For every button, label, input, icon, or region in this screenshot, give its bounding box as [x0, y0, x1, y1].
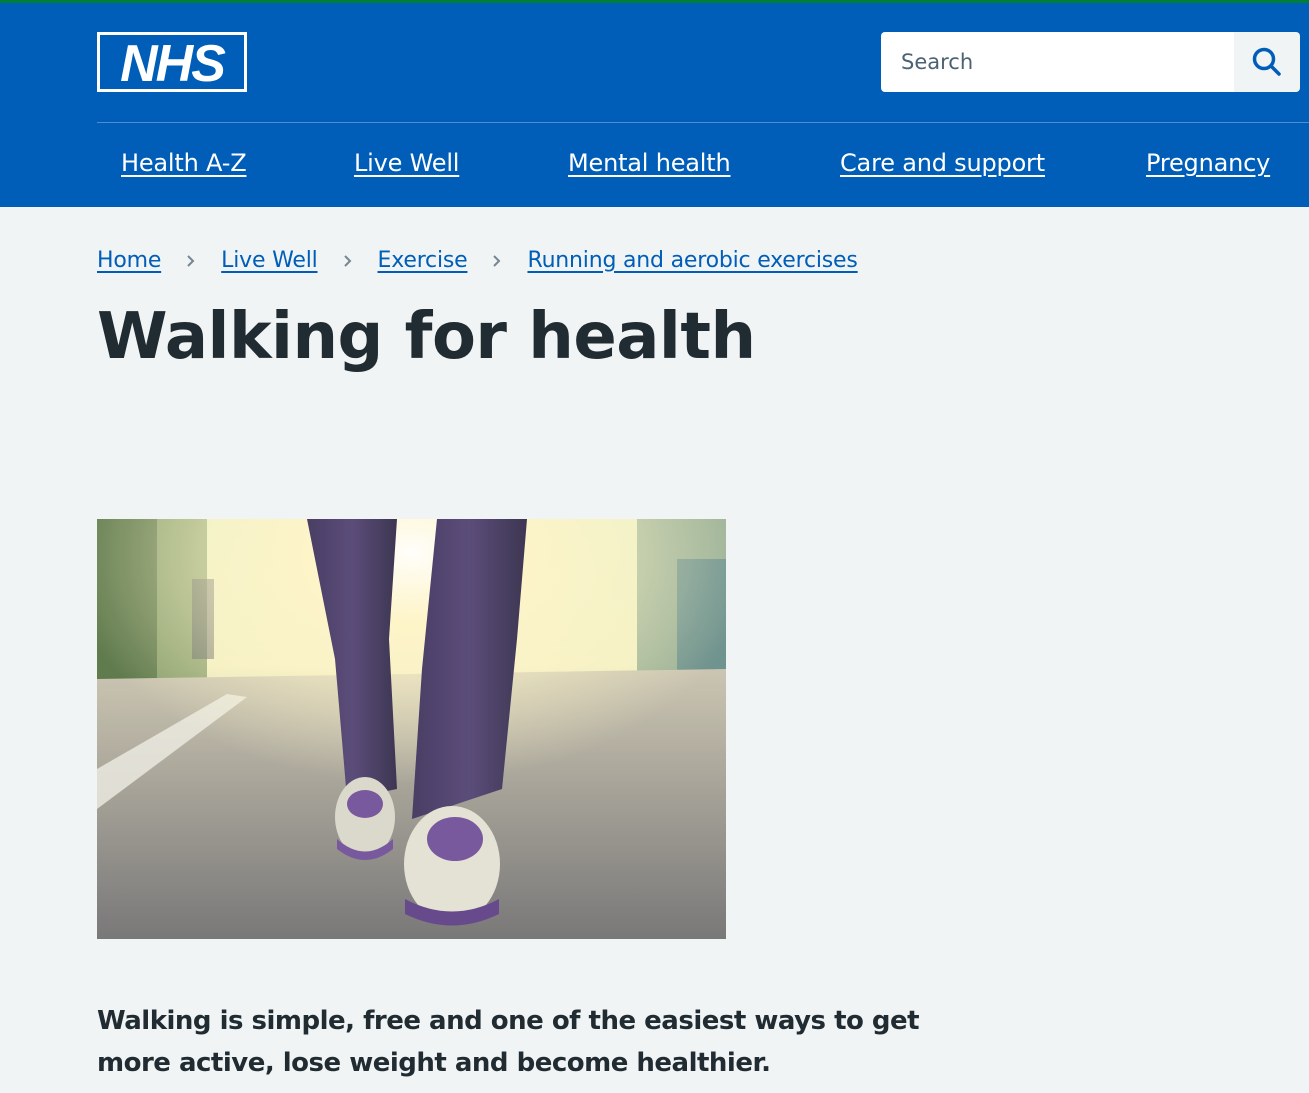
- chevron-right-icon: [161, 248, 221, 273]
- search-form: [881, 32, 1300, 92]
- search-button[interactable]: [1234, 32, 1300, 92]
- svg-text:NHS: NHS: [120, 35, 226, 92]
- top-stripe: [0, 0, 1309, 3]
- breadcrumb-home[interactable]: Home: [97, 248, 161, 273]
- page-lede: Walking is simple, free and one of the e…: [97, 1006, 920, 1078]
- chevron-right-icon: [467, 248, 527, 273]
- nhs-logo-icon: NHS: [97, 32, 247, 92]
- nav-link-care-and-support[interactable]: Care and support: [840, 149, 1045, 177]
- nav-link-pregnancy[interactable]: Pregnancy: [1146, 149, 1270, 177]
- primary-nav: Health A-Z Live Well Mental health Care …: [0, 123, 1309, 207]
- page-title: Walking for health: [97, 300, 756, 374]
- chevron-right-icon: [318, 248, 378, 273]
- nav-link-mental-health[interactable]: Mental health: [568, 149, 731, 177]
- breadcrumb-running-and-aerobic-exercises[interactable]: Running and aerobic exercises: [527, 248, 857, 273]
- breadcrumb-live-well[interactable]: Live Well: [221, 248, 318, 273]
- search-input[interactable]: [881, 32, 1234, 92]
- breadcrumb: Home Live Well Exercise Running and aero…: [97, 244, 858, 276]
- nav-link-live-well[interactable]: Live Well: [354, 149, 459, 177]
- nhs-logo-link[interactable]: NHS: [97, 32, 247, 92]
- search-icon: [1252, 47, 1281, 76]
- hero-image: [97, 519, 726, 939]
- breadcrumb-exercise[interactable]: Exercise: [378, 248, 468, 273]
- nav-link-health-a-z[interactable]: Health A-Z: [121, 149, 247, 177]
- site-header: NHS Health A-Z Live Well Mental health C…: [0, 0, 1309, 207]
